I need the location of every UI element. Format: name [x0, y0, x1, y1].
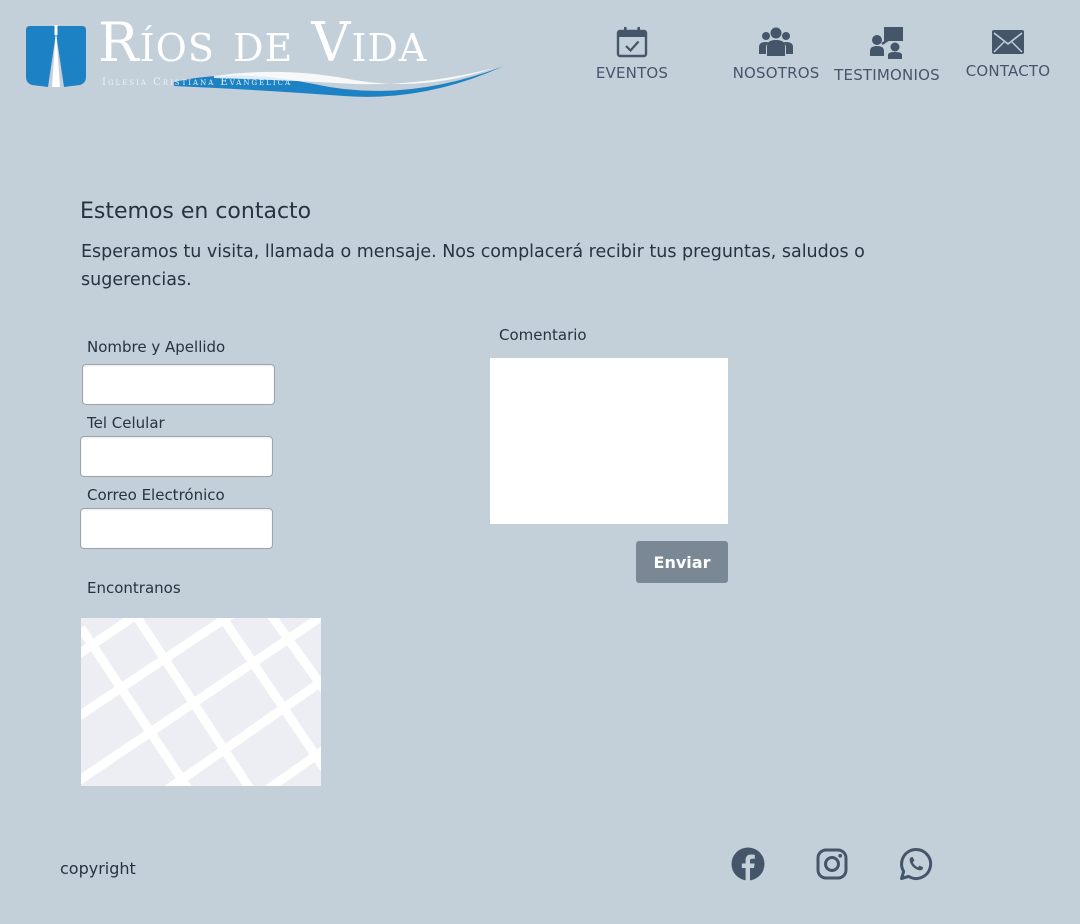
instagram-link[interactable]: [815, 847, 849, 881]
comment-textarea[interactable]: [490, 358, 728, 524]
speaker-presentation-icon: [870, 27, 903, 59]
nav-nosotros[interactable]: NOSOTROS: [730, 26, 822, 82]
facebook-icon: [731, 847, 765, 881]
name-field[interactable]: [82, 364, 275, 405]
nav-nosotros-label: NOSOTROS: [732, 64, 820, 82]
facebook-link[interactable]: [731, 847, 765, 881]
email-field[interactable]: [80, 508, 273, 549]
logo-title: Ríos de Vida: [98, 11, 428, 74]
nav-contacto-label: CONTACTO: [965, 62, 1051, 80]
nav-eventos-label: EVENTOS: [595, 64, 669, 82]
whatsapp-link[interactable]: [899, 847, 933, 881]
map-streets-graphic: [81, 618, 321, 786]
comment-label: Comentario: [499, 326, 587, 344]
copyright-text: copyright: [60, 859, 136, 878]
group-icon: [759, 27, 793, 56]
logo-subtitle: Iglesia Cristiana Evangélica: [102, 77, 293, 88]
nav-testimonios-label: TESTIMONIOS: [834, 66, 940, 84]
nav-eventos[interactable]: EVENTOS: [592, 26, 672, 82]
nav-testimonios[interactable]: TESTIMONIOS: [832, 26, 942, 84]
location-map[interactable]: [81, 618, 321, 786]
phone-field[interactable]: [80, 436, 273, 477]
envelope-icon: [992, 30, 1024, 54]
email-label: Correo Electrónico: [87, 486, 225, 504]
church-logo-icon: [26, 25, 86, 87]
page-title: Estemos en contacto: [80, 199, 312, 224]
instagram-icon: [816, 848, 848, 880]
map-label: Encontranos: [87, 579, 181, 597]
intro-text: Esperamos tu visita, llamada o mensaje. …: [81, 242, 865, 290]
send-button[interactable]: Enviar: [636, 541, 728, 583]
nav-contacto[interactable]: CONTACTO: [962, 26, 1054, 80]
site-logo[interactable]: Ríos de Vida Iglesia Cristiana Evangélic…: [24, 16, 506, 100]
name-label: Nombre y Apellido: [87, 338, 226, 356]
calendar-check-icon: [616, 27, 648, 58]
whatsapp-icon: [900, 847, 933, 880]
phone-label: Tel Celular: [87, 414, 165, 432]
